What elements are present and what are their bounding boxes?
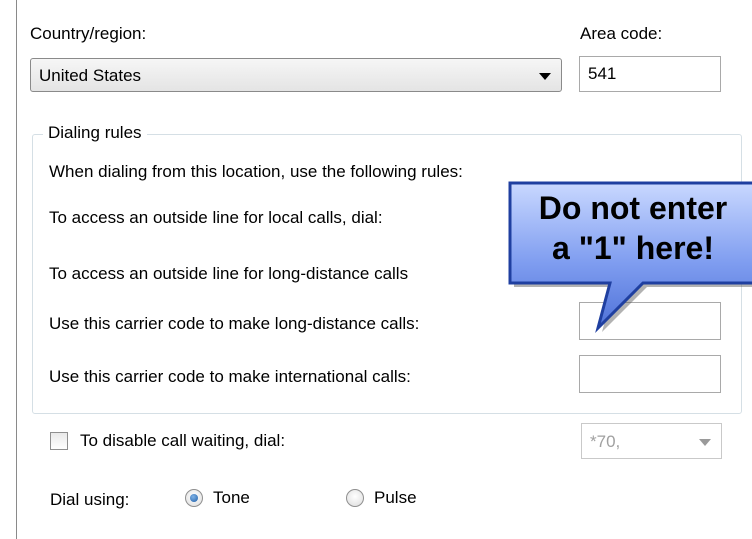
callout-bubble [508,181,752,334]
callout-text: Do not enter a "1" here! [498,188,752,268]
callout-line-2: a "1" here! [552,230,714,266]
location-dialog: Country/region: United States Area code:… [0,0,752,539]
callout-line-1: Do not enter [538,190,728,226]
